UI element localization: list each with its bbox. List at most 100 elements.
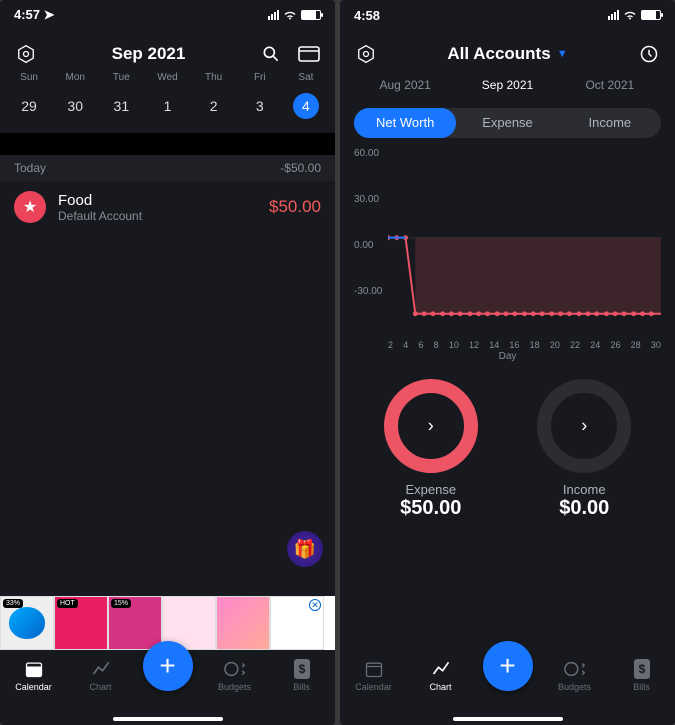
- chart-screen: 4:58 All Accounts ▼ Aug 2021 Sep 2021 Oc…: [340, 0, 675, 725]
- segment-income[interactable]: Income: [559, 108, 661, 138]
- ad-item[interactable]: 15%: [108, 596, 162, 650]
- status-right: [268, 10, 321, 21]
- add-button[interactable]: +: [483, 641, 533, 691]
- time: 4:58: [354, 8, 380, 23]
- tab-calendar[interactable]: Calendar: [346, 658, 402, 692]
- search-icon[interactable]: [259, 42, 283, 66]
- location-icon: ➤: [44, 7, 55, 22]
- ad-item[interactable]: ✕: [270, 596, 324, 650]
- card-icon[interactable]: [297, 42, 321, 66]
- settings-icon[interactable]: [354, 42, 378, 66]
- tab-bills[interactable]: $ Bills: [274, 658, 330, 692]
- budgets-icon: [564, 658, 586, 680]
- ring-label: Income: [534, 482, 634, 497]
- weekday: Sun: [6, 72, 52, 83]
- month-title[interactable]: Sep 2021: [112, 44, 186, 64]
- tab-bills[interactable]: $ Bills: [614, 658, 670, 692]
- status-right: [608, 10, 661, 21]
- battery-icon: [641, 10, 661, 20]
- segment-control: Net Worth Expense Income: [354, 108, 661, 138]
- header: All Accounts ▼: [340, 30, 675, 72]
- transaction-text: Food Default Account: [58, 192, 257, 223]
- ring-value: $0.00: [534, 497, 634, 520]
- date-cell[interactable]: 3: [237, 89, 283, 123]
- weekday: Wed: [144, 72, 190, 83]
- signal-icon: [268, 10, 279, 20]
- gift-icon[interactable]: 🎁: [287, 531, 323, 567]
- ring-label: Expense: [381, 482, 481, 497]
- tab-chart[interactable]: Chart: [413, 658, 469, 692]
- chevron-right-icon: ›: [581, 416, 587, 437]
- month-next[interactable]: Oct 2021: [559, 78, 661, 92]
- add-button[interactable]: +: [143, 641, 193, 691]
- tab-budgets[interactable]: Budgets: [547, 658, 603, 692]
- budgets-icon: [224, 658, 246, 680]
- month-prev[interactable]: Aug 2021: [354, 78, 456, 92]
- tab-budgets[interactable]: Budgets: [207, 658, 263, 692]
- weekday-row: Sun Mon Tue Wed Thu Fri Sat: [0, 72, 335, 83]
- date-cell[interactable]: 31: [98, 89, 144, 123]
- y-tick: 30.00: [354, 194, 379, 205]
- transaction-sub: Default Account: [58, 209, 257, 223]
- battery-icon: [301, 10, 321, 20]
- date-cell-selected[interactable]: 4: [283, 89, 329, 123]
- expense-ring: ›: [381, 376, 481, 476]
- income-ring: ›: [534, 376, 634, 476]
- ring-value: $50.00: [381, 497, 481, 520]
- date-cell[interactable]: 2: [191, 89, 237, 123]
- wifi-icon: [623, 10, 637, 21]
- segment-expense[interactable]: Expense: [456, 108, 558, 138]
- weekday: Mon: [52, 72, 98, 83]
- account-selector[interactable]: All Accounts ▼: [447, 44, 567, 64]
- chart-icon: [90, 658, 112, 680]
- date-cell[interactable]: 1: [144, 89, 190, 123]
- status-left: 4:57 ➤: [14, 7, 55, 23]
- bills-icon: $: [291, 658, 313, 680]
- home-indicator[interactable]: [113, 717, 223, 721]
- chevron-right-icon: ›: [428, 416, 434, 437]
- month-selector[interactable]: Aug 2021 Sep 2021 Oct 2021: [340, 72, 675, 104]
- ad-close-icon[interactable]: ✕: [309, 599, 321, 611]
- weekday: Thu: [191, 72, 237, 83]
- transaction-amount: $50.00: [269, 197, 321, 217]
- calendar-icon: [23, 658, 45, 680]
- weekday: Tue: [98, 72, 144, 83]
- calendar-screen: 4:57 ➤ Sep 2021 Sun Mon Tue Wed Thu Fri: [0, 0, 335, 725]
- signal-icon: [608, 10, 619, 20]
- status-bar: 4:57 ➤: [0, 0, 335, 30]
- transaction-row[interactable]: ★ Food Default Account $50.00: [0, 181, 335, 233]
- chart-icon: [430, 658, 452, 680]
- tab-chart[interactable]: Chart: [73, 658, 129, 692]
- chevron-down-icon: ▼: [557, 48, 568, 60]
- svg-text:$: $: [638, 662, 645, 676]
- star-icon: ★: [14, 191, 46, 223]
- month-current[interactable]: Sep 2021: [456, 78, 558, 92]
- weekday: Sat: [283, 72, 329, 83]
- home-indicator[interactable]: [453, 717, 563, 721]
- y-tick: 0.00: [354, 240, 373, 251]
- transaction-name: Food: [58, 192, 257, 209]
- income-block[interactable]: › Income $0.00: [534, 376, 634, 520]
- tab-calendar[interactable]: Calendar: [6, 658, 62, 692]
- expense-block[interactable]: › Expense $50.00: [381, 376, 481, 520]
- clock-icon[interactable]: [637, 42, 661, 66]
- ad-item[interactable]: HOT: [54, 596, 108, 650]
- settings-icon[interactable]: [14, 42, 38, 66]
- calendar-icon: [363, 658, 385, 680]
- date-cell[interactable]: 30: [52, 89, 98, 123]
- net-worth-chart[interactable]: 60.00 30.00 0.00 -30.00: [354, 148, 661, 358]
- segment-networth[interactable]: Net Worth: [354, 108, 456, 138]
- svg-text:$: $: [298, 662, 305, 676]
- ad-item[interactable]: 33%: [0, 596, 54, 650]
- x-ticks: 24 68 1012 1416 1820 2224 2628 30: [388, 340, 661, 350]
- wifi-icon: [283, 10, 297, 21]
- section-label: Today: [14, 161, 46, 175]
- y-tick: -30.00: [354, 286, 382, 297]
- weekday: Fri: [237, 72, 283, 83]
- ad-item[interactable]: [216, 596, 270, 650]
- status-bar: 4:58: [340, 0, 675, 30]
- date-cell[interactable]: 29: [6, 89, 52, 123]
- time: 4:57: [14, 7, 40, 22]
- section-header: Today -$50.00: [0, 155, 335, 181]
- date-row: 29 30 31 1 2 3 4: [0, 83, 335, 133]
